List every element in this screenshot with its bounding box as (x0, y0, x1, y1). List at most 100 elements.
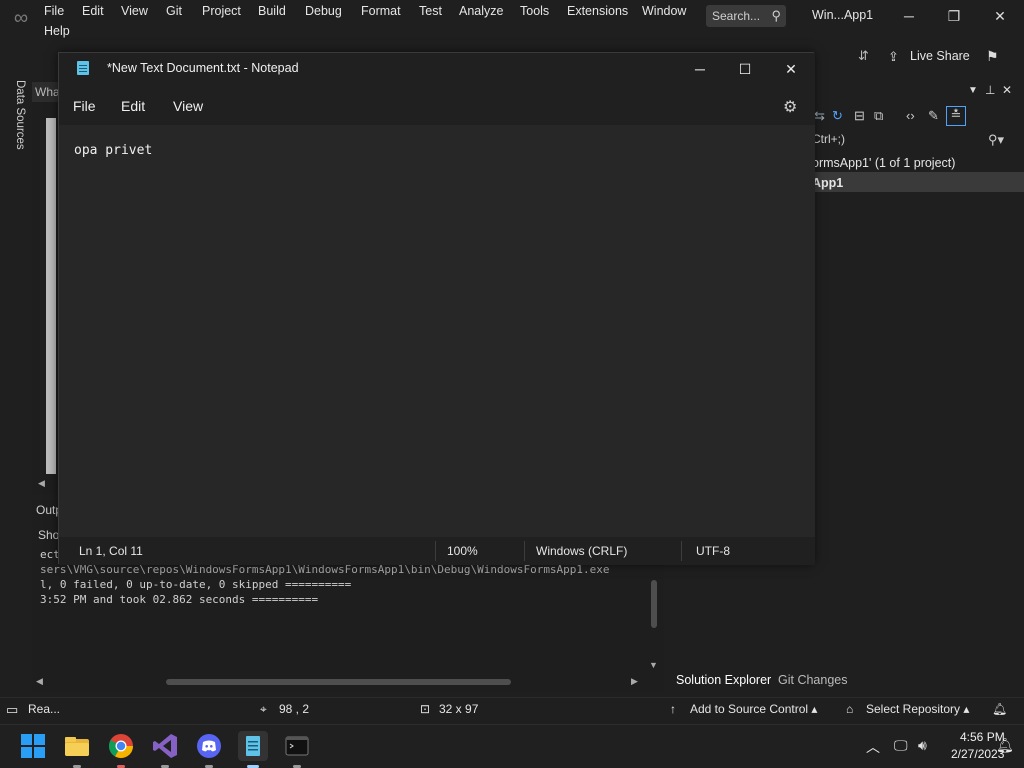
search-icon: ⚲▾ (988, 132, 1005, 147)
restore-icon[interactable]: ❐ (943, 6, 965, 26)
live-share-button[interactable]: Live Share (910, 49, 970, 63)
vs-search-box[interactable]: Search... ⚲ (706, 5, 786, 27)
bell-icon[interactable]: 🔔︎ (992, 702, 1007, 716)
search-icon: ⚲ (771, 8, 781, 23)
show-hidden-icons-chevron-icon[interactable]: ︿ (866, 737, 880, 757)
copy-icon[interactable]: ⧉ (874, 108, 883, 124)
back-icon[interactable]: ⇆ (814, 108, 825, 124)
scroll-down-icon[interactable]: ▼ (649, 660, 658, 670)
settings-gear-icon[interactable]: ⚙ (783, 97, 797, 117)
output-show-label: Sho (38, 528, 60, 542)
vs-menu-help[interactable]: Help (44, 24, 70, 38)
feedback-icon[interactable]: ⚑ (986, 48, 999, 65)
status-ready: Rea... (28, 702, 61, 716)
cursor-position-icon: ⌖ (260, 702, 267, 716)
add-to-source-control-button[interactable]: Add to Source Control ▴ (690, 702, 817, 716)
vs-menu-extensions[interactable]: Extensions (567, 4, 628, 18)
data-sources-tab[interactable]: Data Sources (4, 80, 26, 160)
status-divider (681, 541, 682, 561)
status-size: 32 x 97 (439, 702, 479, 716)
vs-menu-window[interactable]: Window (642, 4, 686, 18)
notification-bell-icon[interactable]: 🔔︎ (996, 737, 1014, 754)
selection-size-icon: ⊡ (420, 702, 431, 716)
vs-menu-format[interactable]: Format (361, 4, 401, 18)
select-repository-button[interactable]: Select Repository ▴ (866, 702, 969, 716)
preview-icon[interactable]: ≛ (946, 106, 966, 126)
notepad-title-bar[interactable]: *New Text Document.txt - Notepad ─ ☐ ✕ (59, 53, 815, 85)
discord-icon[interactable] (194, 731, 224, 768)
scroll-right-icon[interactable]: ▶ (631, 676, 638, 687)
tab-solution-explorer[interactable]: Solution Explorer (676, 673, 771, 687)
output-line: 3:52 PM and took 02.862 seconds ========… (40, 593, 319, 606)
notepad-menu-view[interactable]: View (173, 98, 203, 114)
maximize-icon[interactable]: ☐ (728, 57, 762, 81)
volume-icon[interactable]: 🔊︎ (918, 737, 927, 754)
vs-menu-git[interactable]: Git (166, 4, 182, 18)
vs-status-bar: ▭ Rea... ⌖ 98 , 2 ⊡ 32 x 97 ↑ Add to Sou… (0, 697, 1024, 721)
notepad-text-area[interactable]: opa privet (59, 125, 815, 537)
status-line-ending: Windows (CRLF) (536, 544, 628, 558)
scroll-left-icon[interactable]: ◀ (38, 478, 45, 489)
visual-studio-icon[interactable] (150, 731, 180, 768)
live-share-icon: ⇪ (888, 49, 899, 64)
repository-icon: ⌂ (846, 702, 854, 716)
minimize-icon[interactable]: ─ (898, 6, 920, 26)
status-line-col: Ln 1, Col 11 (79, 544, 143, 558)
collapse-all-icon[interactable]: ⊟ (854, 108, 865, 124)
close-icon[interactable]: ✕ (774, 57, 808, 81)
chrome-icon[interactable] (106, 731, 136, 768)
status-encoding: UTF-8 (696, 544, 730, 558)
status-position: 98 , 2 (279, 702, 310, 716)
output-horizontal-scrollbar[interactable] (36, 676, 640, 688)
vs-menu-file[interactable]: File (44, 4, 64, 18)
arrow-up-icon: ↑ (670, 702, 676, 716)
tab-git-changes[interactable]: Git Changes (778, 673, 847, 687)
notepad-menu-file[interactable]: File (73, 98, 96, 114)
notepad-icon[interactable] (238, 731, 268, 768)
output-line: ect (40, 548, 60, 561)
vs-menu-build[interactable]: Build (258, 4, 286, 18)
network-icon[interactable]: 🖵︎ (894, 737, 908, 754)
vs-search-label: Search... (712, 9, 761, 23)
solution-node[interactable]: ormsApp1' (1 of 1 project) (812, 156, 955, 170)
close-icon[interactable]: ✕ (1002, 83, 1012, 97)
vs-title-bar: ∞ File Edit View Git Project Build Debug… (0, 0, 1024, 44)
visual-studio-logo-icon: ∞ (13, 7, 29, 29)
properties-wrench-icon[interactable]: ✎ (928, 108, 939, 124)
notepad-status-bar: Ln 1, Col 11 100% Windows (CRLF) UTF-8 (59, 537, 815, 565)
vs-menu-test[interactable]: Test (419, 4, 442, 18)
vs-designer-surface (46, 118, 56, 474)
code-icon[interactable]: ‹› (906, 108, 915, 123)
notepad-window-title: *New Text Document.txt - Notepad (107, 61, 299, 75)
vs-menu-tools[interactable]: Tools (520, 4, 549, 18)
minimize-icon[interactable]: ─ (683, 57, 717, 81)
scroll-left-icon[interactable]: ◀ (36, 676, 43, 687)
notepad-app-icon (77, 61, 89, 75)
vs-menu-view[interactable]: View (121, 4, 148, 18)
pin-icon[interactable]: ⊥ (985, 83, 995, 97)
output-vertical-scrollbar[interactable] (648, 572, 660, 672)
terminal-icon[interactable] (282, 731, 312, 768)
status-divider (524, 541, 525, 561)
notepad-menu-edit[interactable]: Edit (121, 98, 145, 114)
vs-menu-project[interactable]: Project (202, 4, 241, 18)
vs-menu-analyze[interactable]: Analyze (459, 4, 503, 18)
vs-menu-edit[interactable]: Edit (82, 4, 104, 18)
solution-search-field[interactable]: Ctrl+;) ⚲▾ (812, 132, 1024, 150)
close-icon[interactable]: ✕ (989, 6, 1011, 26)
select-repository-label: Select Repository (866, 702, 961, 716)
notification-comment-icon: ▭ (6, 702, 19, 717)
project-node[interactable]: App1 (812, 172, 1024, 192)
file-explorer-icon[interactable] (62, 731, 92, 768)
solution-bottom-tabs: Solution Explorer Git Changes (670, 670, 1024, 692)
vs-menu-debug[interactable]: Debug (305, 4, 342, 18)
status-zoom: 100% (447, 544, 478, 558)
solution-search-placeholder: Ctrl+;) (812, 132, 845, 146)
refresh-icon[interactable]: ↻ (832, 108, 843, 124)
start-icon[interactable] (18, 731, 48, 761)
pane-dropdown-icon[interactable]: ▼ (968, 85, 978, 96)
vs-window-title: Win...App1 (812, 8, 874, 22)
solution-explorer-toolbar: ⇆ ↻ ⊟ ⧉ ‹› ✎ ≛ (812, 106, 1024, 128)
windows-taskbar: ︿ 🖵︎ 🔊︎ 4:56 PM 2/27/2023 🔔︎ (0, 724, 1024, 768)
toolbar-overflow-icon[interactable]: ⇵ (858, 48, 869, 64)
